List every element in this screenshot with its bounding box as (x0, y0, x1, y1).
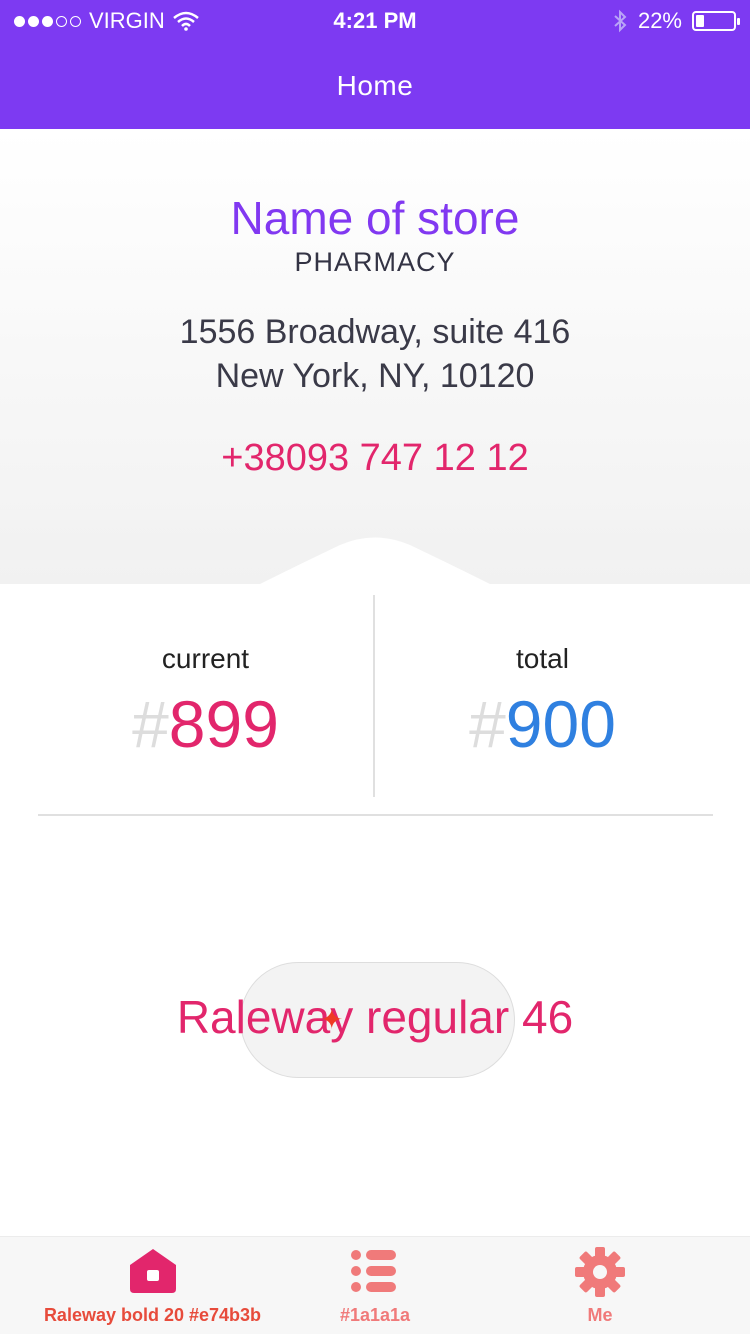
queue-counters: current #899 total #900 (38, 595, 713, 816)
address-line-2: New York, NY, 10120 (215, 357, 535, 395)
gear-icon (575, 1247, 625, 1297)
total-label: total (516, 643, 569, 674)
status-bar: VIRGIN 4:21 PM 22% (0, 0, 750, 40)
tab-list-label: #1a1a1a (339, 1305, 411, 1325)
header-notch (0, 537, 750, 590)
home-icon (129, 1249, 176, 1293)
bluetooth-icon (614, 9, 627, 33)
tab-me-label: Me (587, 1305, 613, 1325)
top-bar: VIRGIN 4:21 PM 22% Home (0, 0, 750, 129)
hash-symbol: # (469, 687, 506, 761)
tab-home[interactable]: Raleway bold 20 #e74b3b (0, 1237, 305, 1334)
center-caption: Raleway regular 46 (176, 991, 574, 1043)
store-header: Name of store PHARMACY 1556 Broadway, su… (0, 129, 750, 584)
battery-percent: 22% (637, 8, 682, 33)
tab-home-label: Raleway bold 20 #e74b3b (43, 1305, 262, 1325)
phone-link[interactable]: +38093 747 12 12 (0, 437, 750, 480)
battery-level (696, 15, 704, 27)
battery-icon (692, 11, 740, 31)
tab-me[interactable]: Me (545, 1237, 655, 1334)
sparkle-icon: ✦ (320, 1004, 344, 1035)
tab-bar: Raleway bold 20 #e74b3b #1a1a1a Me (0, 1236, 750, 1334)
current-value: 899 (168, 687, 279, 761)
total-number: #900 (375, 691, 710, 757)
hash-symbol: # (132, 687, 169, 761)
tab-list[interactable]: #1a1a1a (305, 1237, 445, 1334)
store-name: Name of store (230, 192, 520, 244)
current-counter: current #899 (38, 595, 373, 757)
list-icon (351, 1250, 396, 1292)
current-label: current (161, 643, 250, 674)
total-counter: total #900 (375, 595, 710, 757)
store-type: PHARMACY (294, 247, 456, 277)
status-right: 22% (612, 8, 740, 34)
page-title: Home (336, 70, 414, 101)
address-line-1: 1556 Broadway, suite 416 (179, 313, 571, 351)
total-value: 900 (505, 687, 616, 761)
current-number: #899 (38, 691, 373, 757)
